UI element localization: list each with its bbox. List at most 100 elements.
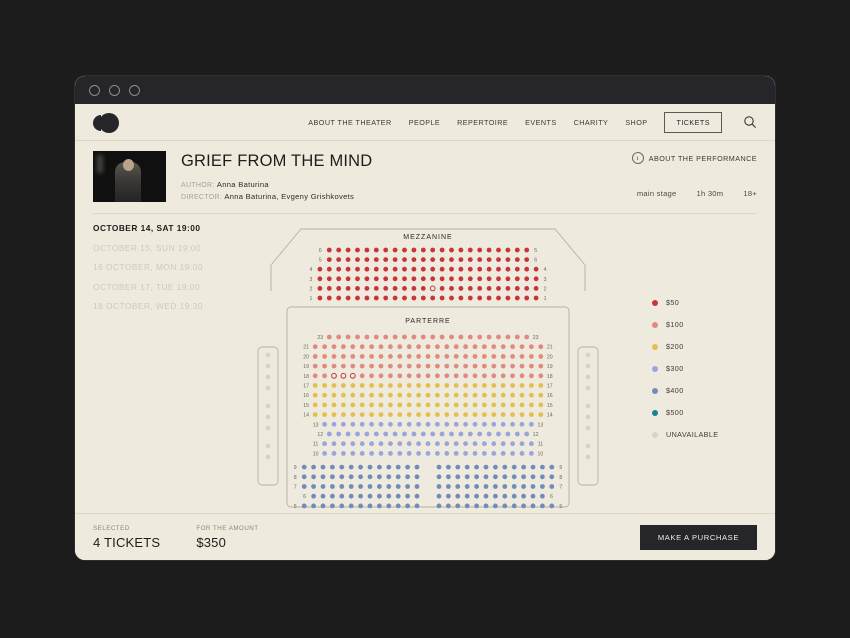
legend-item-1: $100 [652,320,757,329]
svg-text:20: 20 [303,354,309,360]
nav-item-repertoire[interactable]: REPERTOIRE [457,118,508,127]
performance-meta: main stage 1h 30m 18+ [637,189,757,198]
svg-text:6: 6 [550,494,553,500]
amount-group: FOR THE AMOUNT $350 [196,525,258,550]
svg-text:4: 4 [544,267,547,273]
legend-label-400: $400 [666,386,684,395]
author-label: AUTHOR: [181,182,215,189]
svg-text:14: 14 [303,413,309,419]
legend-dot-unavailable [652,431,658,438]
legend-label-unavailable: UNAVAILABLE [666,430,719,439]
svg-text:5: 5 [319,258,322,264]
window-minimize-dot[interactable] [109,84,120,96]
svg-text:7: 7 [294,485,297,491]
svg-text:17: 17 [547,384,553,390]
poster-figure-head [122,159,134,172]
search-icon[interactable] [743,115,757,129]
nav-item-people[interactable]: PEOPLE [409,118,440,127]
date-option-3[interactable]: OCTOBER 17, TUE 19:00 [93,282,253,292]
svg-text:10: 10 [313,451,319,457]
svg-text:21: 21 [547,345,553,351]
meta-age-rating: 18+ [743,189,757,198]
svg-text:PARTERRE: PARTERRE [405,318,450,325]
svg-text:20: 20 [547,354,553,360]
svg-text:5: 5 [559,504,562,510]
legend-item-5: $500 [652,408,757,417]
svg-text:23: 23 [317,335,323,341]
nav-item-charity[interactable]: CHARITY [574,118,609,127]
svg-text:12: 12 [533,432,539,438]
svg-text:2: 2 [309,286,312,292]
selected-label: SELECTED [93,524,130,532]
legend-label-300: $300 [666,364,684,373]
nav-item-about-theater[interactable]: ABOUT THE THEATER [308,118,391,127]
svg-text:13: 13 [538,422,544,428]
nav-tickets-button[interactable]: TICKETS [664,111,722,133]
svg-text:15: 15 [303,403,309,409]
svg-text:1: 1 [544,296,547,302]
author-line: AUTHOR: Anna Baturina [181,180,757,189]
svg-text:16: 16 [547,393,553,399]
performance-poster[interactable] [93,151,166,202]
legend-dot-100 [652,321,658,328]
meta-stage: main stage [636,189,677,198]
amount-value: $350 [196,534,227,550]
main-content: OCTOBER 14, SAT 19:00 OCTOBER 15, SUN 19… [75,214,775,523]
svg-text:16: 16 [303,393,309,399]
svg-text:18: 18 [303,374,309,380]
svg-text:9: 9 [294,465,297,471]
svg-text:19: 19 [547,364,553,370]
svg-text:4: 4 [309,267,312,273]
svg-text:6: 6 [303,494,306,500]
make-purchase-button[interactable]: MAKE A PURCHASE [639,524,757,550]
svg-text:18: 18 [547,374,553,380]
svg-text:5: 5 [294,504,297,510]
svg-text:19: 19 [303,364,309,370]
window-close-dot[interactable] [89,84,100,96]
date-list: OCTOBER 14, SAT 19:00 OCTOBER 15, SUN 19… [93,223,253,523]
legend-item-0: $50 [652,298,757,307]
date-option-2[interactable]: 16 OCTOBER, MON 19:00 [93,262,253,272]
window-maximize-dot[interactable] [129,84,140,96]
svg-text:8: 8 [559,475,562,481]
svg-text:14: 14 [547,413,553,419]
nav-item-shop[interactable]: SHOP [625,118,647,127]
legend-dot-50 [652,299,658,306]
page-body: ABOUT THE THEATER PEOPLE REPERTOIRE EVEN… [75,104,775,560]
svg-text:6: 6 [534,258,537,264]
svg-text:23: 23 [533,335,539,341]
svg-text:15: 15 [547,403,553,409]
performance-header: GRIEF FROM THE MIND AUTHOR: Anna Baturin… [75,141,775,204]
legend-label-50: $50 [666,298,680,307]
legend-dot-300 [652,365,658,372]
author-value: Anna Baturina [216,180,269,189]
legend-item-3: $300 [652,364,757,373]
svg-text:5: 5 [534,248,537,254]
purchase-bar: SELECTED 4 TICKETS FOR THE AMOUNT $350 M… [75,513,775,560]
date-option-0[interactable]: OCTOBER 14, SAT 19:00 [93,223,253,233]
poster-light [97,155,104,174]
svg-text:3: 3 [309,277,312,283]
legend-dot-200 [652,343,658,350]
site-navigation: ABOUT THE THEATER PEOPLE REPERTOIRE EVEN… [75,104,775,141]
svg-text:21: 21 [303,345,309,351]
nav-item-events[interactable]: EVENTS [525,118,556,127]
svg-text:MEZZANINE: MEZZANINE [403,234,452,241]
nav-links: ABOUT THE THEATER PEOPLE REPERTOIRE EVEN… [308,111,757,133]
svg-text:17: 17 [303,384,309,390]
about-performance-link[interactable]: i ABOUT THE PERFORMANCE [631,152,757,164]
legend-item-2: $200 [652,342,757,351]
amount-label: FOR THE AMOUNT [196,524,259,532]
svg-text:2: 2 [544,286,547,292]
director-label: DIRECTOR: [181,194,223,201]
logo-circle [99,112,119,133]
seating-chart[interactable]: MEZZANINE 6 5 5 6 4 4 3 3 2 2 1 1 PARTERRE 23 23 21 21 20 2… [253,223,652,523]
legend-dot-500 [652,409,658,416]
date-option-4[interactable]: 18 OCTOBER, WED 19:30 [93,301,253,311]
seat-map[interactable]: MEZZANINE6 55 64 43 32 21 1PARTERRE23 2321 2120 2… [253,223,603,523]
date-option-1[interactable]: OCTOBER 15, SUN 19:00 [93,243,253,253]
price-legend: $50 $100 $200 $300 $400 $500 UNAVAILABLE [652,223,757,523]
svg-text:1: 1 [309,296,312,302]
svg-text:8: 8 [294,475,297,481]
theater-logo-icon[interactable] [93,112,119,133]
